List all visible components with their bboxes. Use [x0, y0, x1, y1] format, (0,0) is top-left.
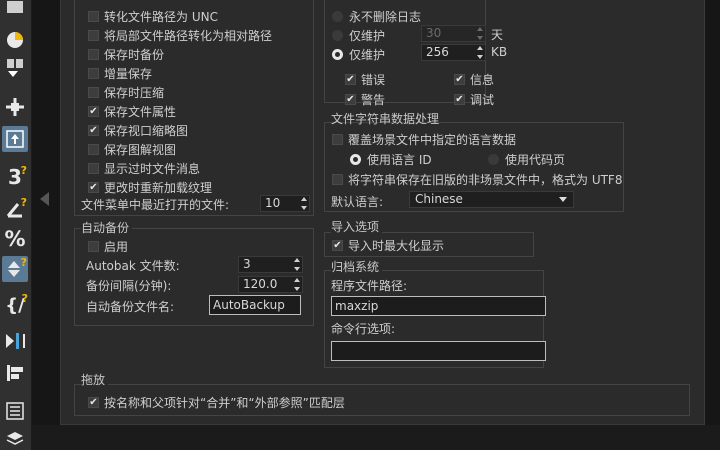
- match-layers[interactable]: 按名称和父项针对“合并”和“外部参照”匹配层: [88, 394, 345, 411]
- reload-textures-checkbox[interactable]: [88, 182, 99, 193]
- dragdrop-title: 拖放: [81, 371, 109, 388]
- angle-snap-icon[interactable]: ?: [2, 196, 28, 222]
- recent-files-label: 文件菜单中最近打开的文件:: [81, 198, 230, 212]
- language-id-radio[interactable]: [350, 154, 361, 165]
- default-language-select[interactable]: Chinese: [409, 191, 574, 208]
- autobackup-name-field[interactable]: AutoBackup: [209, 295, 301, 315]
- thumbnail-checkbox[interactable]: [88, 125, 99, 136]
- spinner-arrows-icon[interactable]: [293, 278, 300, 291]
- backup-interval-label: 备份间隔(分钟):: [86, 279, 172, 293]
- option-reload-textures[interactable]: 更改时重新加载纹理: [88, 179, 212, 196]
- codepage-radio[interactable]: [488, 154, 499, 165]
- log-type-warning[interactable]: 警告: [345, 91, 385, 108]
- log-type-debug[interactable]: 调试: [454, 91, 494, 108]
- log-keep-days[interactable]: 仅维护: [332, 27, 385, 44]
- toolbar-top-icon[interactable]: [2, 0, 28, 16]
- spinner-snap-icon[interactable]: ?: [2, 256, 28, 282]
- match-layers-checkbox[interactable]: [88, 397, 99, 408]
- keep-kb-spinner[interactable]: 256: [421, 44, 486, 61]
- option-incremental-save[interactable]: 增量保存: [88, 65, 152, 82]
- autobackup-name-label: 自动备份文件名:: [86, 300, 175, 314]
- cmdline-label: 命令行选项:: [331, 322, 396, 336]
- program-path-field[interactable]: maxzip: [331, 296, 546, 316]
- save-utf8[interactable]: 将字符串保存在旧版的非场景文件中，格式为 UTF8: [332, 171, 622, 188]
- keep-days-radio[interactable]: [332, 30, 343, 41]
- log-type-info[interactable]: 信息: [454, 71, 494, 88]
- option-save-viewport-thumbnail[interactable]: 保存视口缩略图: [88, 122, 188, 139]
- collapse-arrow-icon[interactable]: [40, 192, 49, 206]
- incremental-save-checkbox[interactable]: [88, 68, 99, 79]
- import-title: 导入选项: [331, 218, 383, 235]
- archive-title: 归档系统: [331, 258, 383, 275]
- option-show-obsolete-message[interactable]: 显示过时文件消息: [88, 160, 200, 177]
- move-axis-icon[interactable]: [2, 94, 28, 120]
- log-never-delete[interactable]: 永不删除日志: [332, 8, 421, 25]
- autobackup-enable-checkbox[interactable]: [88, 241, 99, 252]
- obsolete-message-checkbox[interactable]: [88, 163, 99, 174]
- days-unit: 天: [491, 28, 504, 42]
- option-save-file-properties[interactable]: 保存文件属性: [88, 103, 176, 120]
- use-codepage[interactable]: 使用代码页: [488, 151, 565, 168]
- spinner-arrows-icon[interactable]: [476, 27, 483, 40]
- select-icon[interactable]: [2, 126, 28, 152]
- percent-snap-icon[interactable]: %: [2, 226, 28, 252]
- use-language-id[interactable]: 使用语言 ID: [350, 151, 432, 168]
- autobackup-enable[interactable]: 启用: [88, 238, 128, 255]
- unc-checkbox[interactable]: [88, 11, 99, 22]
- sphere-icon[interactable]: [2, 26, 28, 52]
- backup-interval-spinner[interactable]: 120.0: [238, 276, 303, 293]
- relative-path-checkbox[interactable]: [88, 30, 99, 41]
- mirror-icon[interactable]: [2, 328, 28, 354]
- warning-checkbox[interactable]: [345, 94, 356, 105]
- autobak-count-label: Autobak 文件数:: [86, 259, 180, 273]
- layer-list-icon[interactable]: [2, 398, 28, 424]
- import-maximize-checkbox[interactable]: [332, 240, 343, 251]
- stack-icon[interactable]: [2, 426, 28, 450]
- named-selection-icon[interactable]: {/?: [2, 292, 28, 318]
- autobackup-title: 自动备份: [81, 219, 133, 236]
- option-relative-path[interactable]: 将局部文件路径转化为相对路径: [88, 27, 272, 44]
- spinner-arrows-icon[interactable]: [476, 46, 483, 59]
- error-checkbox[interactable]: [345, 74, 356, 85]
- main-toolbar: 3? ? % ? {/?: [0, 0, 32, 450]
- chevron-down-icon: [559, 197, 567, 202]
- override-language-checkbox[interactable]: [332, 134, 343, 145]
- option-unc-path[interactable]: 转化文件路径为 UNC: [88, 8, 218, 25]
- keep-kb-radio[interactable]: [332, 49, 343, 60]
- log-keep-kb[interactable]: 仅维护: [332, 46, 385, 63]
- recent-files-spinner[interactable]: 10: [260, 195, 310, 212]
- option-compress-on-save[interactable]: 保存时压缩: [88, 84, 164, 101]
- spinner-arrows-icon[interactable]: [300, 197, 307, 210]
- backup-on-save-checkbox[interactable]: [88, 49, 99, 60]
- spinner-arrows-icon[interactable]: [293, 258, 300, 271]
- keep-days-spinner[interactable]: 30: [421, 25, 486, 42]
- file-properties-checkbox[interactable]: [88, 106, 99, 117]
- log-type-error[interactable]: 错误: [345, 71, 385, 88]
- schematic-checkbox[interactable]: [88, 144, 99, 155]
- import-maximize[interactable]: 导入时最大化显示: [332, 237, 444, 254]
- info-checkbox[interactable]: [454, 74, 465, 85]
- string-handling-title: 文件字符串数据处理: [331, 112, 440, 126]
- option-backup-on-save[interactable]: 保存时备份: [88, 46, 164, 63]
- save-utf8-checkbox[interactable]: [332, 174, 343, 185]
- preferences-files-panel: 转化文件路径为 UNC 将局部文件路径转化为相对路径 保存时备份 增量保存 保存…: [60, 0, 705, 425]
- move-down-icon[interactable]: [2, 56, 28, 82]
- debug-checkbox[interactable]: [454, 94, 465, 105]
- never-delete-radio[interactable]: [332, 11, 343, 22]
- align-icon[interactable]: [2, 360, 28, 386]
- compress-checkbox[interactable]: [88, 87, 99, 98]
- program-path-label: 程序文件路径:: [331, 279, 408, 293]
- default-language-label: 默认语言:: [331, 195, 384, 209]
- kb-unit: KB: [491, 45, 508, 59]
- measure-icon[interactable]: 3?: [2, 164, 28, 190]
- override-language[interactable]: 覆盖场景文件中指定的语言数据: [332, 131, 516, 148]
- bottom-strip: [32, 425, 720, 450]
- cmdline-field[interactable]: [331, 341, 546, 361]
- autobak-count-spinner[interactable]: 3: [238, 256, 303, 273]
- option-save-schematic-view[interactable]: 保存图解视图: [88, 141, 176, 158]
